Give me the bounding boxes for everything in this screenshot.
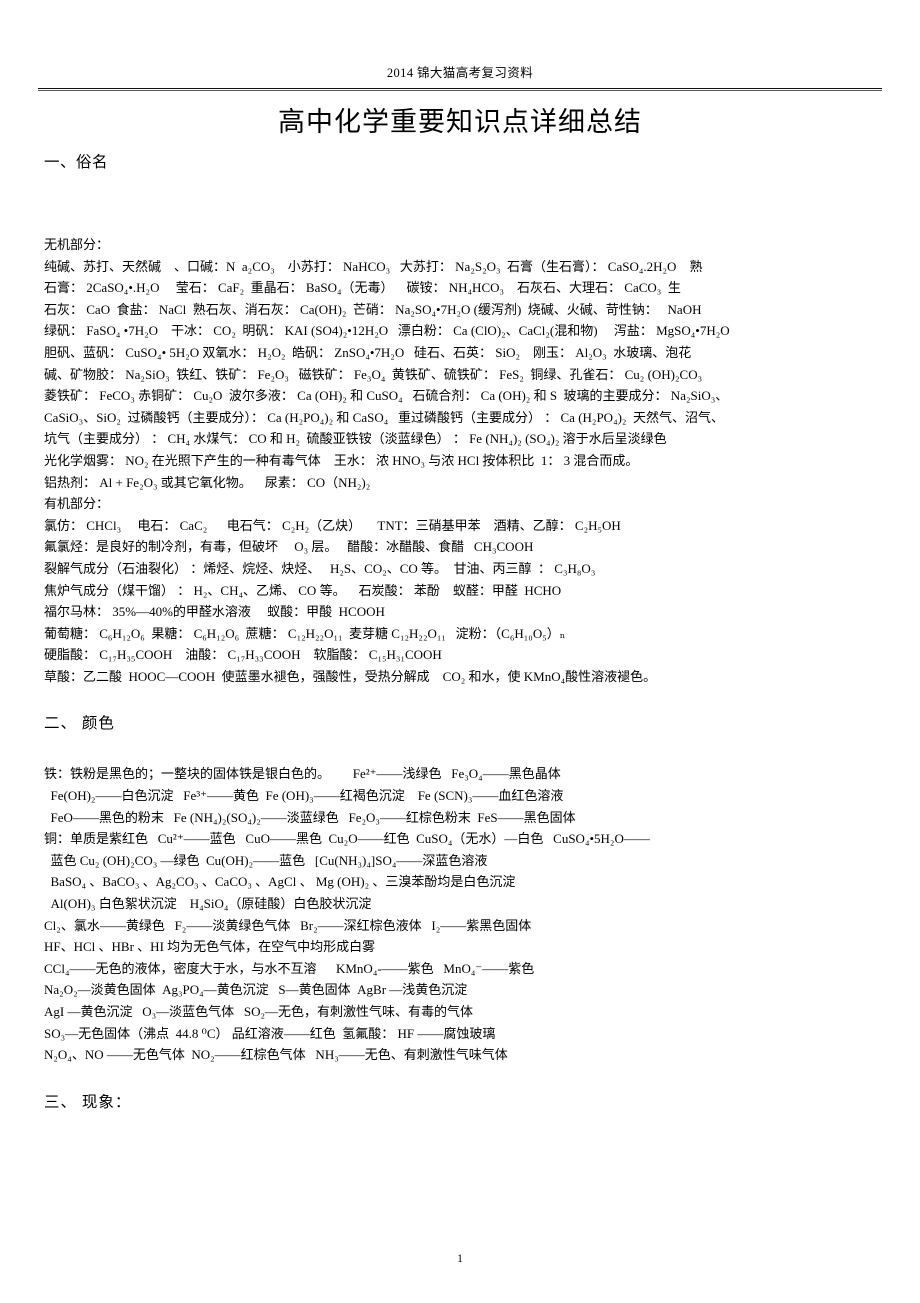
text-line: Al(OH)₃ 白色絮状沉淀 H₄SiO₄（原硅酸）白色胶状沉淀 xyxy=(44,896,372,912)
running-head-text: 2014 锦大猫高考复习资料 xyxy=(386,66,534,80)
text-line: 铜：单质是紫红色 Cu²⁺——蓝色 CuO——黑色 Cu₂O——红色 CuSO₄… xyxy=(44,831,650,847)
group-label: 无机部分： xyxy=(44,237,110,252)
text-line: 铁：铁粉是黑色的；一整块的固体铁是银白色的。 Fe²⁺——浅绿色 Fe₃O₄——… xyxy=(44,766,561,782)
text-line: 焦炉气成分（煤干馏） ： H₂、CH₄、乙烯、 CO 等。 石炭酸： 苯酚 蚁醛… xyxy=(44,582,562,598)
page-number: 1 xyxy=(457,1253,463,1265)
text-line: CaSiO₃、SiO₂ 过磷酸钙（主要成分）： Ca (H₂PO₄)₂ 和 Ca… xyxy=(44,409,724,425)
text-line: 菱铁矿： FeCO₃ 赤铜矿： Cu₂O 波尔多液： Ca (OH)₂ 和 Cu… xyxy=(44,388,729,404)
text-line: 铝热剂： Al + Fe₂O₃ 或其它氧化物。 尿素： CO（NH₂)₂ xyxy=(44,474,371,490)
text-line: 纯碱、苏打、天然碱 、口碱：N a₂CO₃ 小苏打： NaHCO₃ 大苏打： N… xyxy=(44,258,703,274)
text-line: N₂O₄、NO ——无色气体 NO₂——红棕色气体 NH₃——无色、有刺激性气味… xyxy=(44,1047,508,1063)
text-line: AgI —黄色沉淀 O₃—淡蓝色气体 SO₂—无色，有刺激性气味、有毒的气体 xyxy=(44,1004,474,1019)
text-line: 绿矾： FaSO₄ •7H₂O 干冰： CO₂ 明矾： KAI (SO4)₂•1… xyxy=(44,323,730,339)
text-line: FeO——黑色的粉末 Fe (NH₄)₂(SO₄)₂——淡蓝绿色 Fe₂O₃——… xyxy=(44,809,576,825)
text-line: 氟氯烃：是良好的制冷剂，有毒，但破坏 O₃ 层。 醋酸：冰醋酸、食醋 CH₃CO… xyxy=(44,539,534,555)
page-title: 高中化学重要知识点详细总结 xyxy=(278,107,642,137)
section-1-inorganic: 无机部分： 纯碱、苏打、天然碱 、口碱：N a₂CO₃ 小苏打： NaHCO₃ … xyxy=(44,234,882,493)
text-line: 裂解气成分（石油裂化） ：烯烃、烷烃、炔烃、 H₂S、CO₂、CO 等。 甘油、… xyxy=(44,560,596,576)
section-heading-3: 三、 现象： xyxy=(44,1093,132,1111)
text-line: 硬脂酸： C₁₇H₃₅COOH 油酸： C₁₇H₃₃COOH 软脂酸： C₁₅H… xyxy=(44,647,442,663)
document-page: 2014 锦大猫高考复习资料 高中化学重要知识点详细总结 一、俗名 无机部分： … xyxy=(0,0,920,1303)
text-line: Cl₂、氯水——黄绿色 F₂——淡黄绿色气体 Br₂——深红棕色液体 I₂——紫… xyxy=(44,917,532,933)
text-line: Na₂O₂—淡黄色固体 Ag₃PO₄—黄色沉淀 S—黄色固体 AgBr —浅黄色… xyxy=(44,982,468,998)
group-label: 有机部分： xyxy=(44,496,110,512)
text-line: 碱、矿物胶： Na₂SiO₃ 铁红、铁矿： Fe₂O₃ 磁铁矿： Fe₃O₄ 黄… xyxy=(44,366,703,382)
section-heading-2: 二、 颜色 xyxy=(44,715,115,733)
header-divider xyxy=(38,88,882,92)
text-line: 氯仿： CHCl₃ 电石： CaC₂ 电石气： C₂H₂（乙炔） TNT：三硝基… xyxy=(44,517,621,533)
text-line: 石灰： CaO 食盐： NaCl 熟石灰、消石灰： Ca(OH)₂ 芒硝： Na… xyxy=(44,301,702,317)
text-line: HF、HCl 、HBr 、HI 均为无色气体，在空气中均形成白雾 xyxy=(44,939,376,955)
section-1-organic: 有机部分： 氯仿： CHCl₃ 电石： CaC₂ 电石气： C₂H₂（乙炔） T… xyxy=(44,493,882,687)
section-2-colors: 铁：铁粉是黑色的；一整块的固体铁是银白色的。 Fe²⁺——浅绿色 Fe₃O₄——… xyxy=(44,763,882,1065)
text-line: 石膏： 2CaSO₄•.H₂O 莹石： CaF₂ 重晶石： BaSO₄（无毒） … xyxy=(44,280,681,296)
text-line: 坑气（主要成分） ： CH₄ 水煤气： CO 和 H₂ 硫酸亚铁铵（淡蓝绿色） … xyxy=(44,431,667,447)
document-body: 一、俗名 无机部分： 纯碱、苏打、天然碱 、口碱：N a₂CO₃ 小苏打： Na… xyxy=(44,150,882,1118)
text-line: 葡萄糖： C₆H₁₂O₆ 果糖： C₆H₁₂O₆ 蔗糖： C₁₂H₂₂O₁₁ 麦… xyxy=(44,625,566,641)
running-head: 2014 锦大猫高考复习资料 xyxy=(38,62,882,82)
text-line: 福尔马林： 35%—40%的甲醛水溶液 蚁酸：甲酸 HCOOH xyxy=(44,604,385,620)
section-heading-1: 一、俗名 xyxy=(44,154,109,171)
text-line: 光化学烟雾： NO₂ 在光照下产生的一种有毒气体 王水： 浓 HNO₃ 与浓 H… xyxy=(44,452,639,468)
text-line: 胆矾、蓝矾： CuSO₄• 5H₂O 双氧水： H₂O₂ 皓矾： ZnSO₄•7… xyxy=(44,344,692,360)
text-line: SO₃—无色固体（沸点 44.8 ⁰C） 品红溶液——红色 氢氟酸： HF ——… xyxy=(44,1025,496,1041)
text-line: 草酸：乙二酸 HOOC—COOH 使蓝墨水褪色，强酸性，受热分解成 CO₂ 和水… xyxy=(44,668,657,684)
text-line: BaSO₄ 、BaCO₃ 、Ag₂CO₃ 、CaCO₃ 、AgCl 、 Mg (… xyxy=(44,874,516,890)
text-line: Fe(OH)₂——白色沉淀 Fe³⁺——黄色 Fe (OH)₃——红褐色沉淀 F… xyxy=(44,788,564,804)
text-line: 蓝色 Cu₂ (OH)₂CO₃ —绿色 Cu(OH)₂——蓝色 [Cu(NH₃)… xyxy=(44,852,488,868)
text-line: CCl₄——无色的液体，密度大于水，与水不互溶 KMnO₄-——紫色 MnO₄⁻… xyxy=(44,960,535,976)
